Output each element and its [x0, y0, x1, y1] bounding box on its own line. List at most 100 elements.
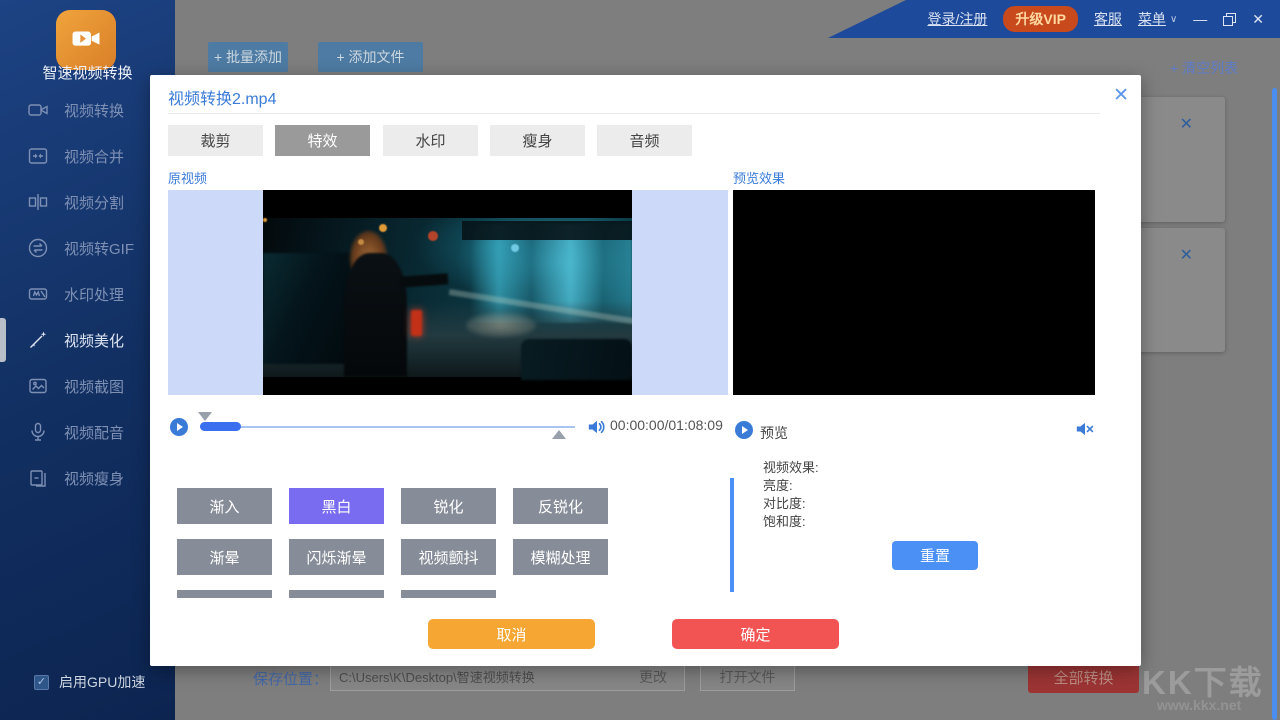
merge-icon [27, 145, 49, 167]
mic-icon [27, 421, 49, 443]
watermark-url: www.kkx.net [1157, 697, 1241, 713]
source-video-panel [168, 190, 728, 395]
login-register-link[interactable]: 登录/注册 [927, 9, 987, 29]
dialog-close-icon[interactable]: ✕ [1113, 86, 1129, 105]
gpu-acceleration-toggle[interactable]: ✓ 启用GPU加速 [34, 672, 145, 692]
saturation-label: 饱和度: [763, 514, 806, 529]
effects-grid: 渐入 黑白 锐化 反锐化 渐晕 闪烁渐晕 视频颤抖 模糊处理 [177, 488, 617, 598]
batch-add-button[interactable]: + 批量添加 [208, 42, 288, 72]
effect-fade-in-button[interactable]: 渐入 [177, 488, 272, 524]
effect-button-clipped[interactable] [177, 590, 272, 598]
video-effects-dialog: 视频转换2.mp4 ✕ 裁剪 特效 水印 瘦身 音频 原视频 预览效果 [150, 75, 1141, 666]
upgrade-vip-button[interactable]: 升级VIP [1003, 6, 1078, 32]
sidebar-item-label: 视频转GIF [64, 238, 134, 259]
contrast-label: 对比度: [763, 496, 806, 511]
chevron-down-icon: ∨ [1170, 14, 1177, 25]
sidebar-item-label: 视频合并 [64, 146, 124, 167]
volume-icon[interactable] [587, 418, 607, 436]
tab-crop[interactable]: 裁剪 [168, 125, 263, 156]
mute-icon[interactable] [1075, 420, 1095, 438]
playback-time: 00:00:00/01:08:09 [610, 416, 736, 435]
sidebar-item-video-slim[interactable]: 视频瘦身 [0, 455, 175, 501]
remove-file-icon[interactable]: ✕ [1180, 117, 1193, 133]
checkbox-checked-icon[interactable]: ✓ [34, 675, 49, 690]
sidebar-item-video-merge[interactable]: 视频合并 [0, 133, 175, 179]
change-path-button[interactable]: 更改 [622, 667, 684, 687]
maximize-icon [1223, 13, 1236, 26]
effect-button-clipped[interactable] [401, 590, 496, 598]
sidebar-item-video-dubbing[interactable]: 视频配音 [0, 409, 175, 455]
close-window-button[interactable]: ✕ [1252, 11, 1264, 28]
panel-scrollbar[interactable] [730, 478, 734, 592]
watermark-icon [27, 283, 49, 305]
sidebar-item-watermark[interactable]: 水印处理 [0, 271, 175, 317]
convert-all-button[interactable]: 全部转换 [1028, 662, 1139, 693]
sidebar-item-video-convert[interactable]: 视频转换 [0, 87, 175, 133]
contrast-row: 对比度: [763, 493, 806, 510]
sidebar-item-video-snapshot[interactable]: 视频截图 [0, 363, 175, 409]
sidebar-item-label: 视频截图 [64, 376, 124, 397]
convert-icon [27, 237, 49, 259]
sidebar-item-label: 视频配音 [64, 422, 124, 443]
video-camera-logo-icon [69, 23, 103, 57]
effect-vignette-button[interactable]: 渐晕 [177, 539, 272, 575]
sidebar-item-label: 水印处理 [64, 284, 124, 305]
sidebar-item-video-split[interactable]: 视频分割 [0, 179, 175, 225]
preview-video-panel [733, 190, 1095, 395]
effect-unsharpen-button[interactable]: 反锐化 [513, 488, 608, 524]
brightness-row: 亮度: [763, 475, 793, 492]
save-location-label: 保存位置： [253, 668, 328, 689]
tab-watermark[interactable]: 水印 [383, 125, 478, 156]
effect-video-shake-button[interactable]: 视频颤抖 [401, 539, 496, 575]
sidebar-item-label: 视频美化 [64, 330, 124, 351]
dialog-title: 视频转换2.mp4 [168, 85, 276, 109]
brightness-label: 亮度: [763, 478, 793, 493]
tab-audio[interactable]: 音频 [597, 125, 692, 156]
sidebar-item-video-beautify[interactable]: 视频美化 [0, 317, 175, 363]
list-scrollbar[interactable] [1272, 88, 1277, 720]
trim-end-marker[interactable] [552, 430, 566, 439]
titlebar: 登录/注册 升级VIP 客服 菜单 ∨ — ✕ [828, 0, 1280, 38]
tab-effects[interactable]: 特效 [275, 125, 370, 156]
effect-button-clipped[interactable] [289, 590, 384, 598]
sidebar-item-label: 视频瘦身 [64, 468, 124, 489]
add-file-button[interactable]: + 添加文件 [318, 42, 423, 72]
customer-service-link[interactable]: 客服 [1094, 9, 1122, 29]
open-file-button[interactable]: 打开文件 [700, 662, 795, 691]
seek-progress-fill [200, 422, 241, 431]
save-path-box: 更改 [330, 662, 685, 691]
preview-play-button[interactable] [735, 421, 753, 439]
app-window: + 批量添加 + 添加文件 + 清空列表 ✕ ✕ 保存位置： 更改 打开文件 全… [0, 0, 1280, 720]
cancel-button[interactable]: 取消 [428, 619, 595, 649]
confirm-button[interactable]: 确定 [672, 619, 839, 649]
effect-black-white-button[interactable]: 黑白 [289, 488, 384, 524]
preview-play-label: 预览 [760, 423, 788, 443]
sidebar: 智速视频转换 视频转换 视频合并 视频分割 视频转GIF [0, 0, 175, 720]
sidebar-item-label: 视频转换 [64, 100, 124, 121]
source-video-frame [263, 190, 632, 395]
minimize-button[interactable]: — [1193, 11, 1207, 27]
play-button[interactable] [170, 418, 188, 436]
video-scene [263, 218, 632, 377]
video-effect-title: 视频效果: [763, 457, 819, 476]
remove-file-icon[interactable]: ✕ [1180, 248, 1193, 264]
app-logo [56, 10, 116, 70]
save-path-input[interactable] [331, 669, 622, 684]
preview-effect-label: 预览效果 [733, 168, 785, 187]
maximize-button[interactable] [1223, 13, 1236, 26]
effect-flicker-vignette-button[interactable]: 闪烁渐晕 [289, 539, 384, 575]
divider [168, 113, 1100, 114]
clear-list-button[interactable]: + 清空列表 [1170, 58, 1238, 78]
effect-sharpen-button[interactable]: 锐化 [401, 488, 496, 524]
split-icon [27, 191, 49, 213]
snapshot-icon [27, 375, 49, 397]
sidebar-item-video-to-gif[interactable]: 视频转GIF [0, 225, 175, 271]
reset-button[interactable]: 重置 [892, 541, 978, 570]
effect-blur-button[interactable]: 模糊处理 [513, 539, 608, 575]
menu-dropdown[interactable]: 菜单 ∨ [1138, 9, 1177, 29]
tab-slim[interactable]: 瘦身 [490, 125, 585, 156]
trim-start-marker[interactable] [198, 412, 212, 421]
wand-icon [27, 329, 49, 351]
saturation-row: 饱和度: [763, 511, 806, 528]
seek-slider[interactable] [200, 426, 575, 428]
